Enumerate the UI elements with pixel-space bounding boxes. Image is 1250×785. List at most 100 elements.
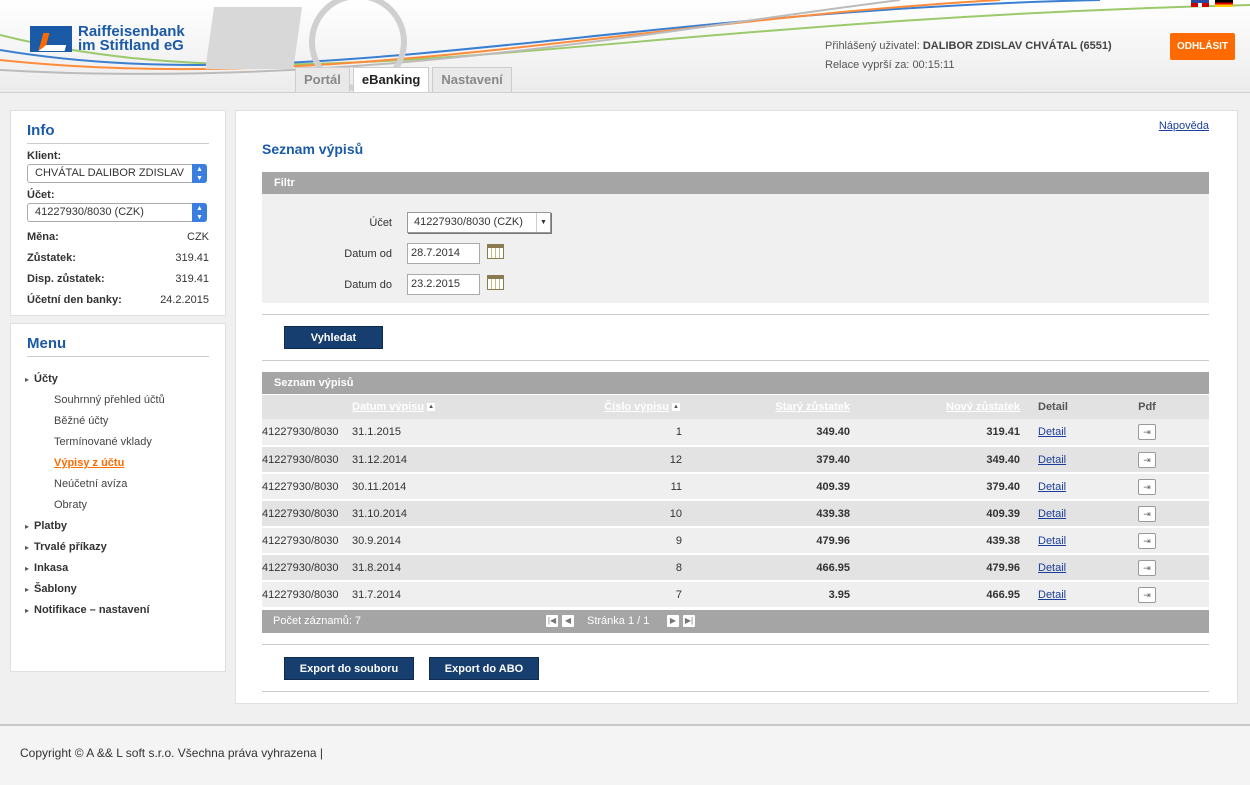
client-label: Klient: — [27, 150, 62, 162]
statements-table: Datum výpisu ▲ Číslo výpisu ▲ Starý zůstat… — [262, 395, 1209, 609]
german-flag-icon[interactable] — [1215, 0, 1233, 7]
statements-bar: Seznam výpisů — [262, 372, 1209, 394]
raiffeisen-logo-icon — [30, 26, 72, 52]
filter-account-value: 41227930/8030 (CZK) — [414, 216, 523, 228]
filter-account-label: Účet — [369, 217, 392, 229]
page-title: Seznam výpisů — [262, 141, 364, 157]
logout-button[interactable]: ODHLÁSIT — [1170, 33, 1235, 60]
detail-link[interactable]: Detail — [1038, 426, 1066, 438]
info-row-available-balance: Disp. zůstatek: 319.41 — [27, 273, 209, 285]
brand-line-2: im Stiftland eG — [78, 37, 184, 54]
footer: Copyright © A && L soft s.r.o. Všechna p… — [0, 724, 1250, 785]
tab-portal[interactable]: Portál — [295, 67, 350, 92]
calendar-icon[interactable] — [487, 275, 504, 290]
menu-item-bezne-ucty[interactable]: Běžné účty — [27, 411, 209, 432]
filter-form: Účet 41227930/8030 (CZK) ▼ Datum od 28.7… — [262, 194, 1209, 303]
account-select-value: 41227930/8030 (CZK) — [35, 206, 144, 218]
column-header-pdf: Pdf — [1085, 395, 1209, 419]
divider — [262, 360, 1209, 361]
sort-arrow-icon: ▲ — [427, 403, 436, 412]
column-header-detail: Detail — [1020, 395, 1085, 419]
client-select-value: CHVÁTAL DALIBOR ZDISLAV — [35, 167, 184, 179]
divider — [262, 691, 1209, 692]
menu-item-sablony[interactable]: Šablony — [27, 579, 209, 600]
page-info: Stránka 1 / 1 — [587, 615, 650, 627]
pager: Počet záznamů: 7 |◀ ◀ Stránka 1 / 1 ▶ ▶| — [262, 610, 1209, 633]
pdf-download-icon[interactable]: ⇥ — [1138, 586, 1156, 603]
pdf-download-icon[interactable]: ⇥ — [1138, 532, 1156, 549]
prev-page-icon[interactable]: ◀ — [562, 615, 574, 627]
filter-account-select[interactable]: 41227930/8030 (CZK) ▼ — [407, 212, 551, 233]
table-row: 41227930/8030 30.11.2014 11 409.39 379.40 De… — [262, 473, 1209, 501]
table-row: 41227930/8030 31.1.2015 1 349.40 319.41 Deta… — [262, 419, 1209, 447]
menu-item-platby[interactable]: Platby — [27, 516, 209, 537]
select-arrows-icon: ▲ ▼ — [192, 203, 207, 222]
pdf-download-icon[interactable]: ⇥ — [1138, 478, 1156, 495]
last-page-icon[interactable]: ▶| — [683, 615, 695, 627]
account-select[interactable]: 41227930/8030 (CZK) ▲ ▼ — [27, 203, 207, 222]
date-from-label: Datum od — [344, 248, 392, 260]
sort-arrow-icon: ▲ — [672, 403, 680, 412]
menu-item-obraty[interactable]: Obraty — [27, 495, 209, 516]
export-abo-button[interactable]: Export do ABO — [429, 657, 539, 680]
date-from-input[interactable]: 28.7.2014 — [407, 243, 480, 264]
column-header-number[interactable]: Číslo výpisu ▲ — [502, 395, 682, 419]
english-flag-icon[interactable] — [1191, 0, 1209, 7]
menu-panel: Menu Účty Souhrnný přehled účtů Běžné úč… — [10, 323, 226, 672]
menu-item-neucetni-aviza[interactable]: Neúčetní avíza — [27, 474, 209, 495]
user-info: Přihlášený uživatel: DALIBOR ZDISLAV CHV… — [825, 37, 1112, 75]
session-label: Relace vyprší za: — [825, 59, 910, 71]
column-header-old-balance[interactable]: Starý zůstatek — [682, 395, 850, 419]
pdf-download-icon[interactable]: ⇥ — [1138, 559, 1156, 576]
pdf-download-icon[interactable]: ⇥ — [1138, 424, 1156, 440]
column-header-new-balance[interactable]: Nový zůstatek — [850, 395, 1020, 419]
info-row-currency: Měna: CZK — [27, 231, 209, 243]
divider — [262, 644, 1209, 645]
search-button[interactable]: Vyhledat — [284, 326, 383, 349]
brand-logo[interactable]: Raiffeisenbank im Stiftland eG — [30, 24, 185, 54]
menu-item-souhrnny-prehled[interactable]: Souhrnný přehled účtů — [27, 390, 209, 411]
detail-link[interactable]: Detail — [1038, 535, 1066, 547]
divider — [262, 314, 1209, 315]
main-content: Nápověda Seznam výpisů Filtr Účet 412279… — [235, 110, 1238, 704]
column-header-date[interactable]: Datum výpisu ▲ — [352, 395, 502, 419]
client-select[interactable]: CHVÁTAL DALIBOR ZDISLAV ▲ ▼ — [27, 164, 207, 183]
logged-user-label: Přihlášený uživatel: — [825, 40, 920, 52]
record-count: Počet záznamů: 7 — [273, 615, 362, 627]
main-tabs: Portál eBanking Nastavení — [295, 67, 515, 92]
menu-item-trvale-prikazy[interactable]: Trvalé příkazy — [27, 537, 209, 558]
tab-nastaveni[interactable]: Nastavení — [432, 67, 512, 92]
menu-item-inkasa[interactable]: Inkasa — [27, 558, 209, 579]
tab-ebanking[interactable]: eBanking — [352, 67, 430, 92]
pdf-download-icon[interactable]: ⇥ — [1138, 505, 1156, 522]
export-file-button[interactable]: Export do souboru — [284, 657, 414, 680]
date-to-label: Datum do — [344, 279, 392, 291]
pdf-download-icon[interactable]: ⇥ — [1138, 451, 1156, 468]
next-page-icon[interactable]: ▶ — [667, 615, 679, 627]
detail-link[interactable]: Detail — [1038, 562, 1066, 574]
account-label: Účet: — [27, 189, 55, 201]
table-row: 41227930/8030 31.12.2014 12 379.40 349.40 De… — [262, 446, 1209, 474]
table-row: 41227930/8030 31.7.2014 7 3.95 466.95 Detail… — [262, 581, 1209, 609]
info-title: Info — [27, 111, 209, 144]
help-link[interactable]: Nápověda — [1159, 120, 1209, 132]
header: Raiffeisenbank im Stiftland eG Portál eB… — [0, 0, 1250, 93]
detail-link[interactable]: Detail — [1038, 481, 1066, 493]
dropdown-arrow-icon: ▼ — [536, 213, 550, 232]
table-row: 41227930/8030 31.8.2014 8 466.95 479.96 Deta… — [262, 554, 1209, 582]
copyright-text: Copyright © A && L soft s.r.o. Všechna p… — [20, 746, 324, 760]
table-row: 41227930/8030 31.10.2014 10 439.38 409.39 De… — [262, 500, 1209, 528]
calendar-icon[interactable] — [487, 244, 504, 259]
menu-item-notifikace[interactable]: Notifikace – nastavení — [27, 600, 209, 621]
first-page-icon[interactable]: |◀ — [546, 615, 558, 627]
date-to-input[interactable]: 23.2.2015 — [407, 274, 480, 295]
detail-link[interactable]: Detail — [1038, 454, 1066, 466]
menu-item-terminovane-vklady[interactable]: Termínované vklady — [27, 432, 209, 453]
logged-user-name: DALIBOR ZDISLAV CHVÁTAL (6551) — [922, 40, 1112, 52]
detail-link[interactable]: Detail — [1038, 589, 1066, 601]
detail-link[interactable]: Detail — [1038, 508, 1066, 520]
menu-item-vypisy-z-uctu[interactable]: Výpisy z účtu — [27, 453, 209, 474]
menu-item-ucty[interactable]: Účty — [27, 369, 209, 390]
filter-bar: Filtr — [262, 172, 1209, 194]
select-arrows-icon: ▲ ▼ — [192, 164, 207, 183]
